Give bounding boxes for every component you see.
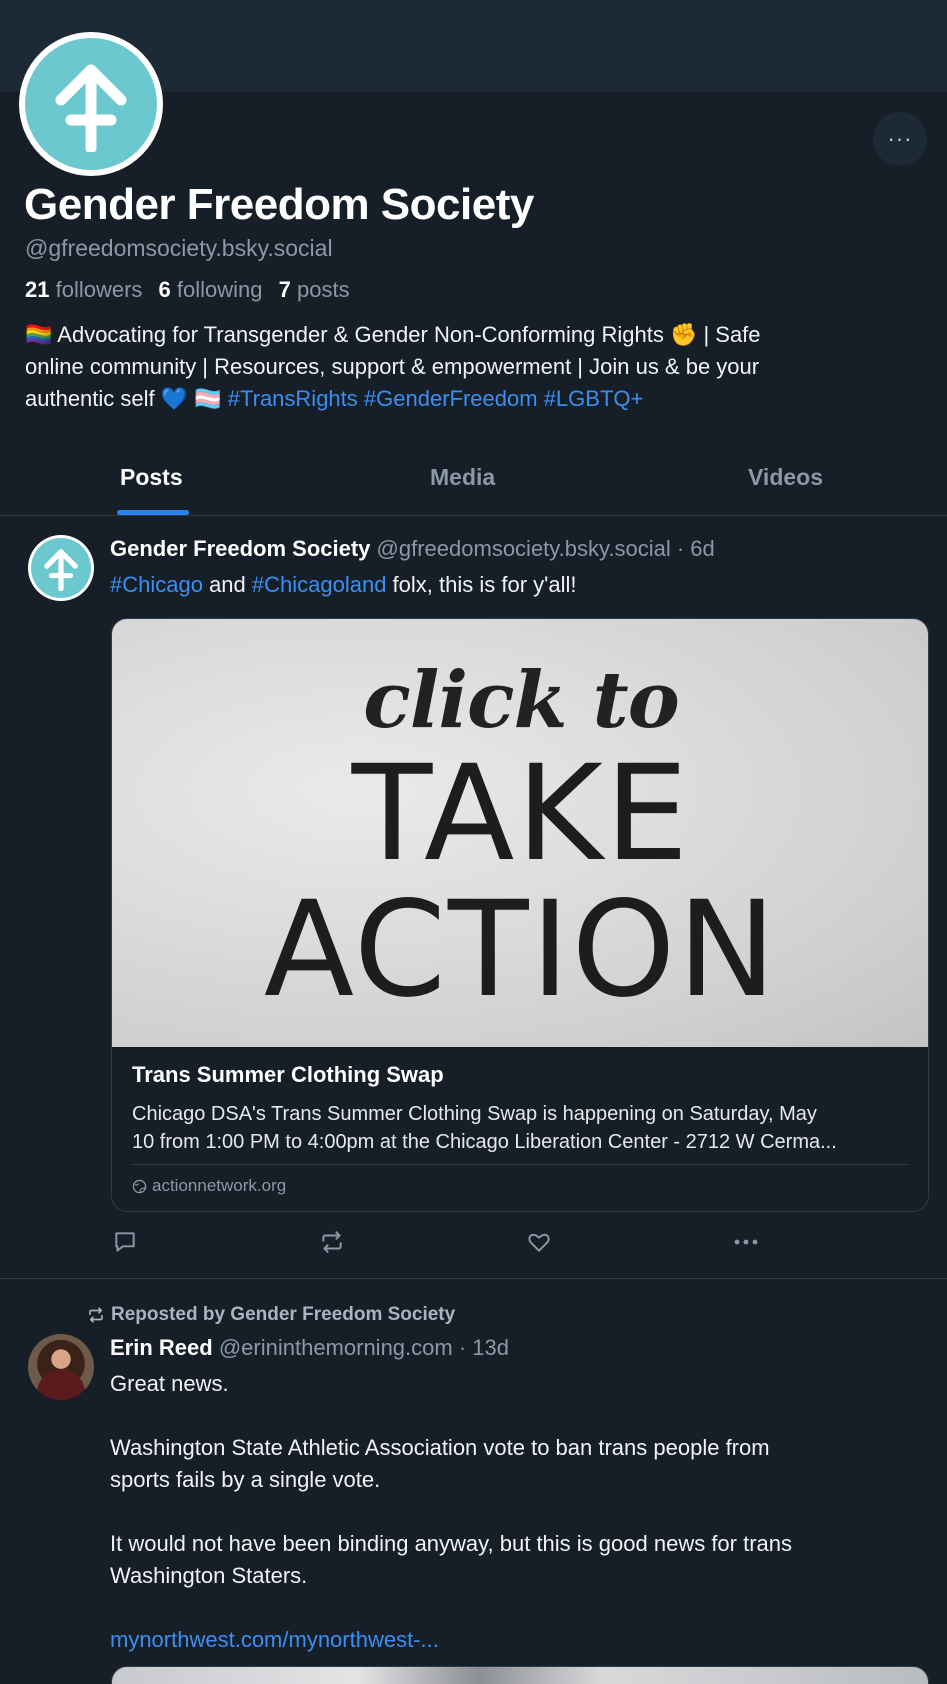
profile-display-name: Gender Freedom Society — [24, 180, 534, 229]
profile-bio: 🏳️‍🌈 Advocating for Transgender & Gender… — [25, 322, 761, 411]
link-card-domain: actionnetwork.org — [132, 1176, 286, 1196]
repost-indicator[interactable]: Reposted by Gender Freedom Society — [87, 1304, 455, 1326]
profile-handle: @gfreedomsociety.bsky.social — [25, 235, 333, 261]
post-author-avatar[interactable] — [28, 535, 94, 601]
post-header: Gender Freedom Society @gfreedomsociety.… — [110, 536, 715, 562]
post-header: Erin Reed @erininthemorning.com · 13d — [110, 1335, 509, 1361]
following-stat[interactable]: 6 following — [159, 277, 263, 302]
like-heart-icon[interactable] — [524, 1227, 554, 1257]
tab-videos[interactable]: Videos — [748, 464, 823, 491]
tab-media[interactable]: Media — [430, 464, 495, 491]
hashtag-link[interactable]: #GenderFreedom — [364, 386, 538, 411]
feed-post[interactable]: Gender Freedom Society @gfreedomsociety.… — [0, 517, 947, 1279]
profile-more-button[interactable]: ··· — [873, 112, 927, 166]
link-card[interactable]: click to TAKE ACTION Trans Summer Clothi… — [111, 618, 929, 1212]
post-author-handle[interactable]: @erininthemorning.com — [219, 1335, 453, 1360]
link-card-image[interactable] — [111, 1666, 929, 1684]
hashtag-link[interactable]: #LGBTQ+ — [544, 386, 644, 411]
profile-tabs: Posts Media Videos — [0, 450, 947, 516]
repost-icon[interactable] — [317, 1227, 347, 1257]
post-time[interactable]: · 6d — [677, 536, 715, 561]
post-text: Great news. Washington State Athletic As… — [110, 1368, 930, 1656]
hashtag-link[interactable]: #TransRights — [228, 386, 358, 411]
post-author-avatar[interactable] — [28, 1334, 94, 1400]
profile-stats: 21 followers 6 following 7 posts — [25, 277, 350, 303]
hashtag-link[interactable]: #Chicagoland — [252, 572, 387, 597]
link-card-title: Trans Summer Clothing Swap — [132, 1062, 444, 1087]
arrow-logo-icon — [31, 538, 91, 598]
hashtag-link[interactable]: #Chicago — [110, 572, 203, 597]
post-author-name[interactable]: Erin Reed — [110, 1335, 213, 1360]
more-options-icon[interactable] — [731, 1227, 761, 1257]
active-tab-indicator — [117, 510, 189, 515]
feed-post[interactable]: Reposted by Gender Freedom Society Erin … — [0, 1280, 947, 1684]
posts-stat: 7 posts — [278, 277, 350, 302]
link-card-divider — [132, 1164, 910, 1165]
post-actions — [110, 1227, 810, 1257]
post-link[interactable]: mynorthwest.com/mynorthwest-... — [110, 1624, 930, 1656]
link-card-description: Chicago DSA's Trans Summer Clothing Swap… — [132, 1103, 837, 1153]
tab-posts[interactable]: Posts — [120, 464, 183, 491]
repost-icon — [89, 1307, 103, 1323]
globe-icon — [132, 1179, 147, 1193]
post-author-handle[interactable]: @gfreedomsociety.bsky.social — [377, 536, 671, 561]
link-card-image: click to TAKE ACTION — [112, 619, 928, 1047]
post-time[interactable]: · 13d — [459, 1335, 509, 1360]
followers-stat[interactable]: 21 followers — [25, 277, 142, 302]
profile-avatar[interactable] — [19, 32, 163, 176]
post-author-name[interactable]: Gender Freedom Society — [110, 536, 370, 561]
arrow-logo-icon — [25, 38, 157, 170]
post-text: #Chicago and #Chicagoland folx, this is … — [110, 572, 577, 597]
reply-icon[interactable] — [110, 1227, 140, 1257]
